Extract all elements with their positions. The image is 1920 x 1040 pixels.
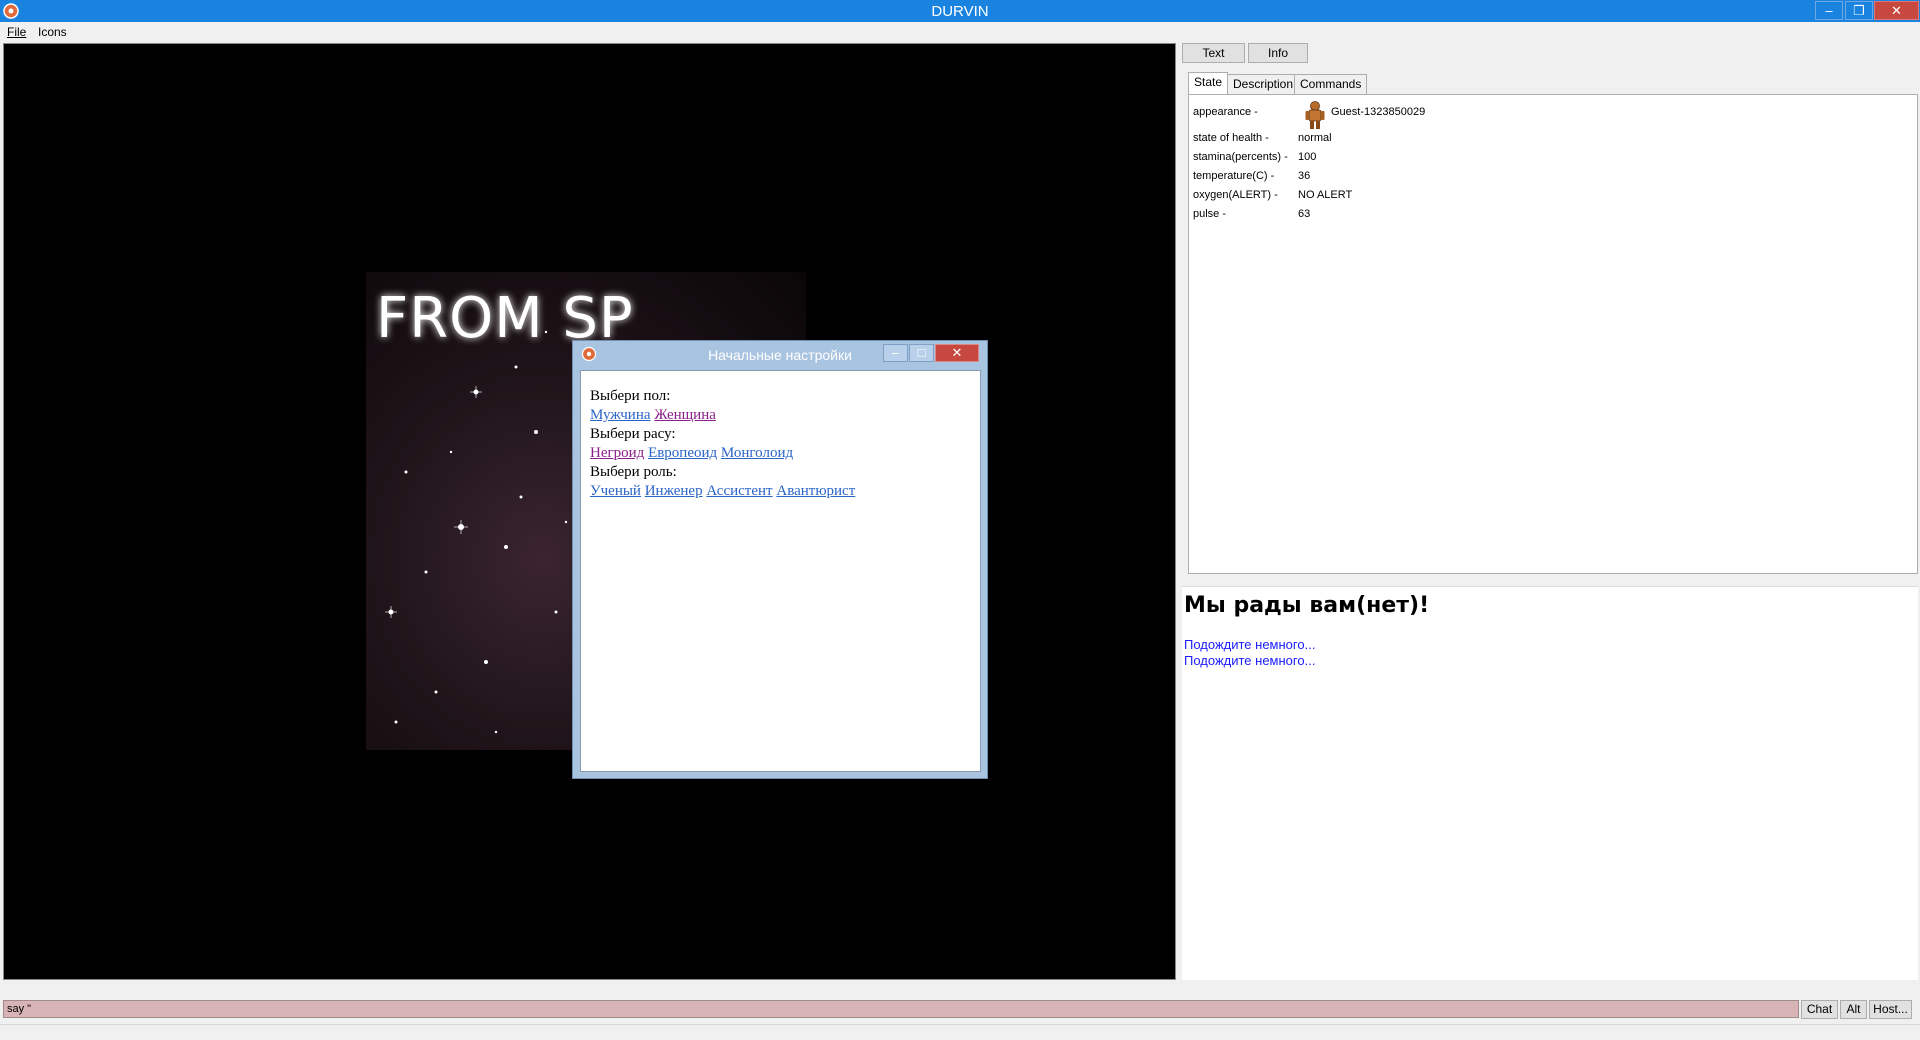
role-option-scientist[interactable]: Ученый — [590, 483, 641, 499]
title-bar: DURVIN – ❐ ✕ — [0, 0, 1920, 22]
window-title: DURVIN — [931, 3, 989, 20]
role-prompt: Выбери роль: — [590, 464, 677, 480]
race-options: Негроид Европеоид Монголоид — [590, 444, 971, 463]
tab-description[interactable]: Description — [1227, 74, 1300, 94]
stat-label: state of health - — [1193, 132, 1269, 144]
menu-icons-label: Icons — [38, 25, 67, 39]
stat-label: pulse - — [1193, 208, 1227, 220]
dialog-minimize-button[interactable]: – — [883, 344, 908, 362]
chat-line: Подождите немного... — [1184, 637, 1316, 652]
restore-button[interactable]: ❐ — [1845, 1, 1873, 20]
dialog-close-button[interactable]: ✕ — [935, 344, 979, 362]
status-bar — [0, 1024, 1920, 1040]
race-option-mongoloid[interactable]: Монголоид — [721, 445, 793, 461]
stat-value: 63 — [1298, 208, 1311, 220]
gender-option-male[interactable]: Мужчина — [590, 407, 651, 423]
dialog-maximize-button[interactable]: □ — [909, 344, 934, 362]
gender-options: Мужчина Женщина — [590, 406, 971, 425]
race-prompt: Выбери расу: — [590, 426, 676, 442]
role-option-assistant[interactable]: Ассистент — [706, 483, 772, 499]
dialog-body: Выбери пол: Мужчина Женщина Выбери расу:… — [580, 370, 981, 772]
stat-value-appearance: Guest-1323850029 — [1331, 106, 1426, 118]
race-option-caucasoid[interactable]: Европеоид — [648, 445, 717, 461]
race-option-negroid[interactable]: Негроид — [590, 445, 644, 461]
initial-settings-dialog: Начальные настройки – □ ✕ Выбери пол: Му… — [572, 340, 988, 779]
stat-label: temperature(C) - — [1193, 170, 1275, 182]
chat-welcome-heading: Мы рады вам(нет)! — [1184, 593, 1430, 618]
role-option-adventurer[interactable]: Авантюрист — [776, 483, 855, 499]
stat-label: oxygen(ALERT) - — [1193, 189, 1278, 201]
gender-option-female[interactable]: Женщина — [654, 407, 716, 423]
menu-icons[interactable]: Icons — [38, 25, 67, 39]
state-panel: appearance - Guest-1323850029 state of h… — [1188, 94, 1918, 574]
minimize-button[interactable]: – — [1815, 1, 1843, 20]
stat-label: stamina(percents) - — [1193, 151, 1288, 163]
info-button[interactable]: Info — [1248, 43, 1308, 63]
close-button[interactable]: ✕ — [1874, 1, 1919, 20]
alt-button[interactable]: Alt — [1840, 1000, 1867, 1019]
command-input[interactable] — [3, 1000, 1799, 1018]
stat-value: NO ALERT — [1298, 189, 1353, 201]
chat-output[interactable]: Мы рады вам(нет)! Подождите немного... П… — [1182, 586, 1918, 980]
gender-prompt: Выбери пол: — [590, 388, 671, 404]
text-button[interactable]: Text — [1182, 43, 1245, 63]
chat-button[interactable]: Chat — [1801, 1000, 1838, 1019]
menu-bar: File Icons — [0, 22, 1920, 42]
stat-value: 36 — [1298, 170, 1311, 182]
role-options: Ученый Инженер Ассистент Авантюрист — [590, 482, 971, 501]
menu-file-label: File — [7, 25, 27, 39]
tab-commands[interactable]: Commands — [1294, 74, 1368, 94]
avatar-icon — [1305, 101, 1325, 129]
role-option-engineer[interactable]: Инженер — [645, 483, 703, 499]
stat-value: normal — [1298, 132, 1332, 144]
command-bar: Chat Alt Host... — [0, 998, 1920, 1022]
menu-file[interactable]: File — [7, 25, 26, 39]
chat-line: Подождите немного... — [1184, 653, 1316, 668]
game-viewport[interactable]: FROM SP Начальные настройки – □ ✕ Выбери… — [3, 43, 1176, 980]
tab-state[interactable]: State — [1188, 72, 1229, 95]
stat-label: appearance - — [1193, 106, 1258, 118]
stat-value: 100 — [1298, 151, 1317, 163]
host-button[interactable]: Host... — [1869, 1000, 1912, 1019]
